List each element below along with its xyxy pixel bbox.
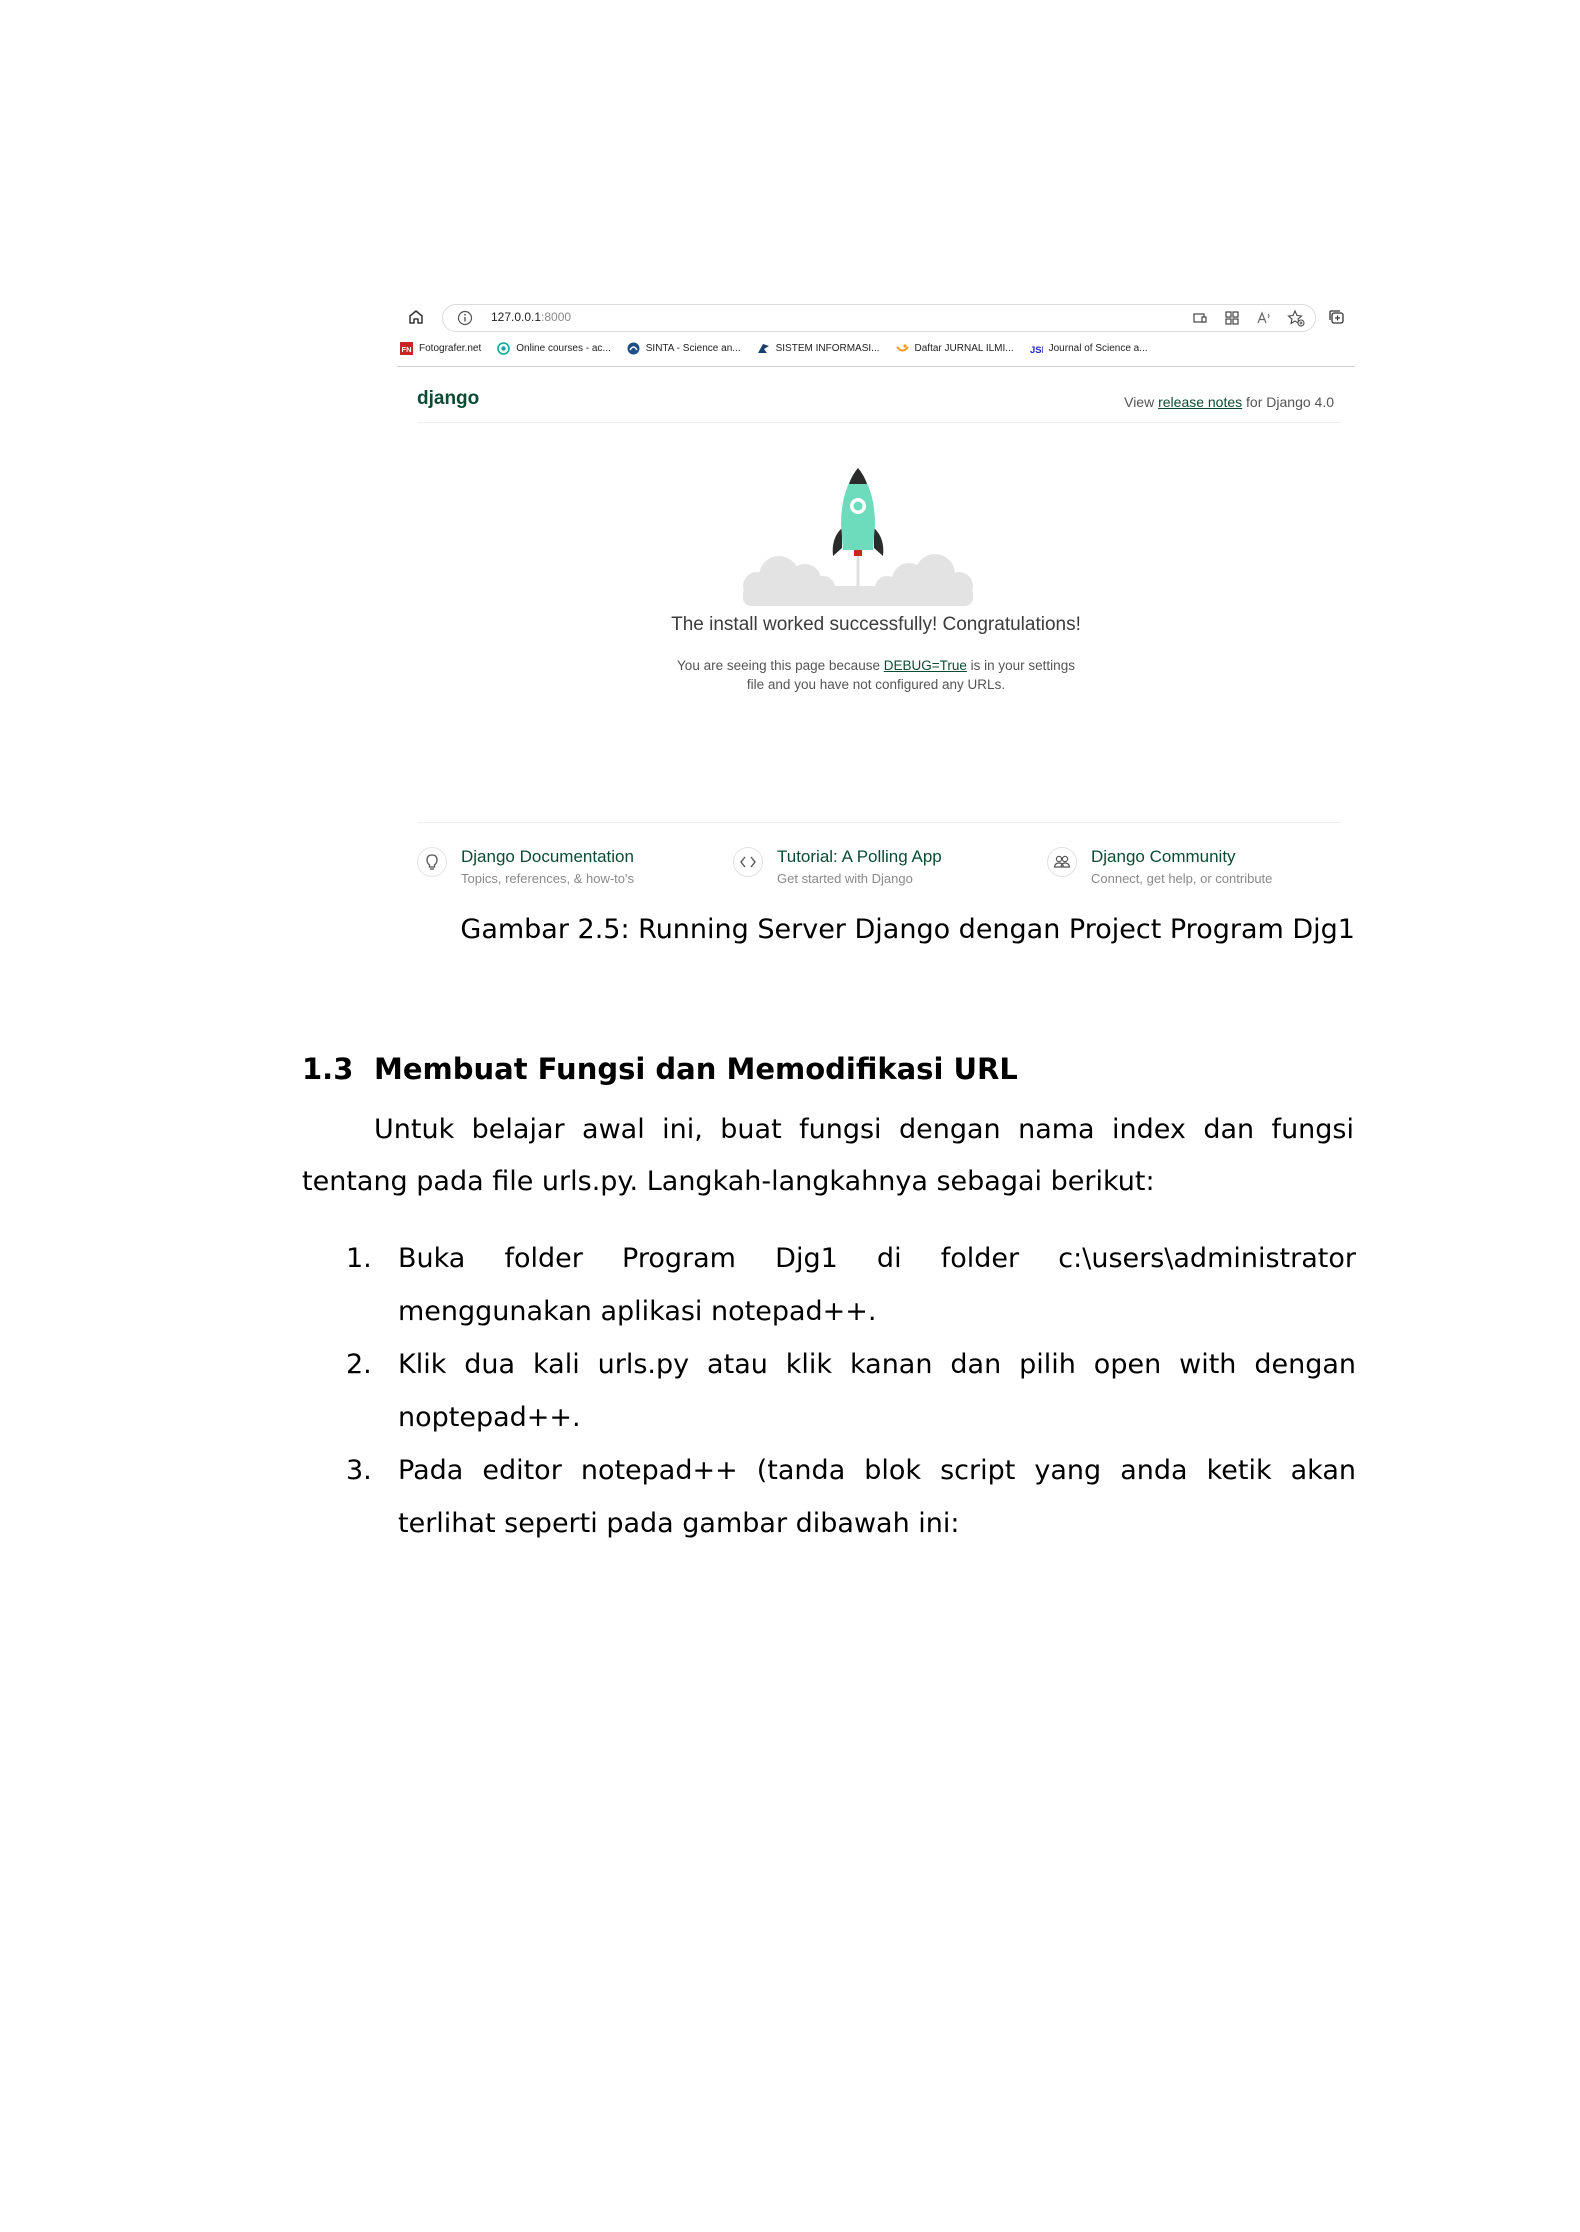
list-item: 3. Pada editor notepad++ (tanda blok scri… — [346, 1444, 1356, 1550]
info-icon[interactable] — [457, 310, 473, 326]
browser-screenshot: 127.0.0.1:8000 FN Fotografer.net Online … — [397, 300, 1355, 896]
read-aloud-icon[interactable] — [1255, 309, 1273, 327]
code-icon — [733, 847, 763, 877]
bookmarks-bar: FN Fotografer.net Online courses - ac...… — [397, 337, 1355, 359]
fotografer-favicon-icon: FN — [400, 341, 413, 355]
bookmark-sistem-informasi[interactable]: SISTEM INFORMASI... — [757, 342, 880, 355]
release-notes-text: View release notes for Django 4.0 — [1124, 394, 1334, 410]
django-header: django View release notes for Django 4.0 — [417, 382, 1342, 423]
bookmark-label: Fotografer.net — [419, 342, 482, 354]
django-footer: Django Documentation Topics, references,… — [417, 822, 1342, 896]
step-text: Buka folder Program Djg1 di folder c:\us… — [398, 1243, 1356, 1327]
url-port: :8000 — [541, 310, 572, 324]
bookmark-fotografer[interactable]: FN Fotografer.net — [400, 341, 482, 355]
card-title: Django Documentation — [461, 847, 634, 866]
step-number: 1. — [346, 1243, 372, 1274]
sistem-informasi-favicon-icon — [757, 342, 770, 355]
svg-text:FN: FN — [402, 345, 412, 354]
list-item: 1. Buka folder Program Djg1 di folder c:\… — [346, 1232, 1356, 1338]
release-suffix: for Django 4.0 — [1246, 394, 1334, 410]
bookmark-label: Online courses - ac... — [516, 342, 611, 354]
address-bar[interactable]: 127.0.0.1:8000 — [442, 304, 1316, 332]
browser-toolbar: 127.0.0.1:8000 — [397, 300, 1355, 336]
favorite-star-icon[interactable] — [1287, 309, 1305, 327]
svg-text:JSE: JSE — [1030, 345, 1043, 355]
bookmark-label: SISTEM INFORMASI... — [775, 342, 880, 354]
intro-paragraph: Untuk belajar awal ini, buat fungsi deng… — [302, 1114, 1354, 1197]
debug-true-link[interactable]: DEBUG=True — [884, 658, 967, 673]
url-text: 127.0.0.1:8000 — [491, 310, 571, 324]
cast-icon[interactable] — [1191, 309, 1209, 327]
list-item: 2. Klik dua kali urls.py atau klik kanan … — [346, 1338, 1356, 1444]
debug-explanation: You are seeing this page because DEBUG=T… — [670, 656, 1082, 694]
step-text: Klik dua kali urls.py atau klik kanan da… — [398, 1349, 1356, 1433]
bookmarks-divider — [397, 366, 1355, 367]
section-heading: 1.3 Membuat Fungsi dan Memodifikasi URL — [302, 1052, 1018, 1086]
release-prefix: View — [1124, 394, 1155, 410]
figure-caption: Gambar 2.5: Running Server Django dengan… — [460, 914, 1355, 945]
step-number: 2. — [346, 1349, 372, 1380]
bookmark-label: Daftar JURNAL ILMI... — [914, 342, 1014, 354]
release-notes-link[interactable]: release notes — [1158, 394, 1242, 410]
section-title: Membuat Fungsi dan Memodifikasi URL — [374, 1052, 1018, 1086]
bookmark-label: Journal of Science a... — [1048, 342, 1148, 354]
step-text: Pada editor notepad++ (tanda blok script… — [398, 1455, 1356, 1539]
card-subtitle: Topics, references, & how-to's — [461, 871, 634, 886]
card-title: Tutorial: A Polling App — [777, 847, 942, 866]
url-host: 127.0.0.1 — [491, 310, 542, 324]
congrats-text: The install worked successfully! Congrat… — [671, 614, 1081, 635]
card-subtitle: Get started with Django — [777, 871, 913, 886]
django-logo: django — [417, 388, 480, 409]
steps-list: 1. Buka folder Program Djg1 di folder c:\… — [346, 1232, 1356, 1550]
home-icon[interactable] — [407, 308, 425, 326]
sinta-favicon-icon — [627, 342, 640, 355]
address-bar-tools — [1191, 309, 1305, 327]
daftar-jurnal-favicon-icon — [895, 342, 909, 355]
apps-icon[interactable] — [1223, 309, 1241, 327]
card-title: Django Community — [1091, 847, 1236, 866]
bookmark-online-courses[interactable]: Online courses - ac... — [497, 341, 611, 355]
people-icon — [1047, 847, 1077, 877]
step-number: 3. — [346, 1455, 372, 1486]
card-subtitle: Connect, get help, or contribute — [1091, 871, 1273, 886]
bookmark-daftar-jurnal[interactable]: Daftar JURNAL ILMI... — [895, 342, 1014, 355]
online-courses-favicon-icon — [497, 341, 511, 355]
bookmark-label: SINTA - Science an... — [645, 342, 741, 354]
debug-prefix: You are seeing this page because — [677, 658, 880, 673]
journal-science-favicon-icon: JSE — [1029, 341, 1048, 356]
rocket-illustration — [727, 468, 987, 606]
section-number: 1.3 — [302, 1052, 354, 1086]
bookmark-journal-science[interactable]: JSE Journal of Science a... — [1029, 341, 1148, 356]
collections-icon[interactable] — [1327, 308, 1345, 326]
lightbulb-icon — [417, 847, 447, 877]
bookmark-sinta[interactable]: SINTA - Science an... — [627, 342, 741, 355]
